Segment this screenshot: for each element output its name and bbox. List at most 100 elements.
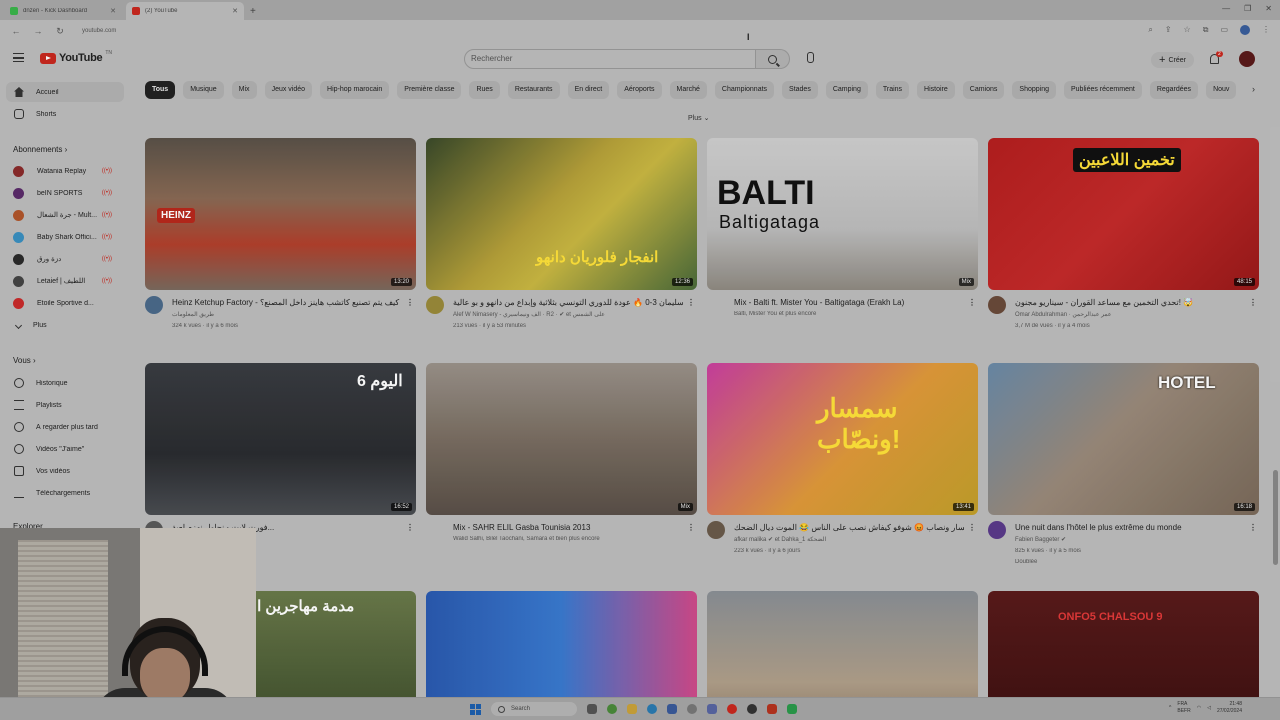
channel-avatar[interactable] (707, 521, 725, 539)
channel-avatar[interactable] (145, 296, 163, 314)
sidebar-item[interactable]: Shorts (0, 104, 130, 124)
chips-next-arrow-icon[interactable]: › (1252, 84, 1255, 94)
browser-tab-kick[interactable]: dnzen - Kick Dashboard ✕ (4, 2, 122, 20)
sidebar-item[interactable]: Baby Shark Offici... ((•)) (0, 227, 130, 247)
tray-chevron-icon[interactable]: ^ (1169, 705, 1171, 711)
sidebar-item[interactable]: Watania Replay ((•)) (0, 161, 130, 181)
chrome-icon[interactable] (607, 704, 617, 714)
more-options-icon[interactable]: ⋮ (968, 523, 976, 532)
close-icon[interactable]: ✕ (232, 7, 238, 15)
video-thumbnail[interactable]: سمسار ونصّاب! 13:41 (707, 363, 978, 515)
video-thumbnail[interactable]: اليوم 6 16:52 (145, 363, 416, 515)
volume-icon[interactable]: ◁ (1207, 705, 1211, 711)
video-card[interactable]: سمسار ونصّاب! 13:41 صلاح وقالي رجع سمسار و… (707, 363, 978, 565)
video-card[interactable]: HEINZ 13:20 Heinz Ketchup Factory - كيف يت… (145, 138, 416, 340)
wifi-icon[interactable]: ◠ (1197, 705, 1201, 711)
browser-menu-icon[interactable]: ⋮ (1262, 25, 1270, 35)
filter-chip[interactable]: Mix (231, 81, 257, 99)
search-button[interactable] (756, 49, 790, 69)
video-title[interactable]: Mix - Balti ft. Mister You - Baltigataga… (734, 298, 964, 307)
sidebar-item[interactable]: beIN SPORTS ((•)) (0, 183, 130, 203)
video-thumbnail[interactable]: HOTEL 16:18 (988, 363, 1259, 515)
channel-avatar[interactable] (426, 296, 444, 314)
windows-start-icon[interactable] (470, 703, 481, 715)
channel-name[interactable]: Alef W Nimasery - الف ونيماسيري · R2 · ✔… (453, 311, 683, 318)
more-options-icon[interactable]: ⋮ (1249, 523, 1257, 532)
sidebar-item[interactable]: Téléchargements (0, 483, 130, 503)
account-avatar[interactable] (1239, 51, 1255, 67)
filter-chip[interactable]: En direct (567, 81, 610, 99)
channel-avatar[interactable] (988, 521, 1006, 539)
sidebar-item[interactable]: Accueil (6, 82, 124, 102)
app-icon[interactable] (767, 704, 777, 714)
video-title[interactable]: تحدي التخمين مع مساعد القوران - سيناريو … (1015, 298, 1245, 307)
file-explorer-icon[interactable] (627, 704, 637, 714)
sidebar-item[interactable]: Etoile Sportive d... (0, 293, 130, 313)
video-thumbnail[interactable]: HEINZ 13:20 (145, 138, 416, 290)
opera-icon[interactable] (727, 704, 737, 714)
more-options-icon[interactable]: ⋮ (687, 298, 695, 307)
video-thumbnail[interactable]: تخمين اللاعبين 48:15 (988, 138, 1259, 290)
url-field[interactable]: youtube.com (82, 28, 116, 34)
sidebar-item[interactable]: دزة ورق ((•)) (0, 249, 130, 269)
microphone-icon[interactable] (804, 52, 816, 66)
restore-icon[interactable]: ❐ (1244, 4, 1251, 13)
channel-name[interactable]: Omar Abdulrahman · عمر عبدالرحمن (1015, 311, 1245, 318)
extensions-icon[interactable]: ⧉ (1203, 25, 1209, 35)
you-heading[interactable]: Vous › (13, 356, 36, 365)
filter-chip[interactable]: Histoire (917, 81, 955, 99)
filter-chip[interactable]: Aéroports (617, 81, 662, 99)
video-title[interactable]: صلاح وقالي رجع سمسار ونصاب 😡 شوفو كيفاش … (734, 523, 964, 532)
zoom-icon[interactable]: ⌕ (1148, 25, 1152, 35)
video-title[interactable]: ردة فعل مصري على الترجي ضد مستقبل سليمان… (453, 298, 683, 307)
store-icon[interactable] (667, 704, 677, 714)
minimize-icon[interactable]: — (1222, 4, 1230, 13)
close-window-icon[interactable]: ✕ (1265, 4, 1272, 13)
filter-chip[interactable]: Publiées récemment (1064, 81, 1142, 99)
forward-icon[interactable]: → (32, 26, 44, 36)
search-input[interactable]: Rechercher (464, 49, 756, 69)
video-card[interactable]: Mix Mix - SAHR ELIL Gasba Tounisia 2013 Wa… (426, 363, 697, 565)
filter-chip[interactable]: Championnats (714, 81, 775, 99)
edge-icon[interactable] (647, 704, 657, 714)
channel-name[interactable]: طريق المعلومات (172, 311, 402, 318)
filter-chip[interactable]: Nouv (1206, 81, 1237, 99)
language-indicator[interactable]: FRA BEFR (1177, 701, 1190, 715)
sidebar-item[interactable]: Letaief | اللطيف ((•)) (0, 271, 130, 291)
filter-chip[interactable]: Camping (825, 81, 868, 99)
clock[interactable]: 21:48 27/02/2024 (1217, 701, 1242, 715)
settings-gear-icon[interactable] (687, 704, 697, 714)
hamburger-menu-icon[interactable] (13, 53, 24, 62)
filter-chip[interactable]: Marché (669, 81, 707, 99)
youtube-logo[interactable]: YouTube TN (40, 50, 112, 64)
filter-chip[interactable]: Rues (469, 81, 500, 99)
filter-chip[interactable]: Tous (145, 81, 176, 99)
browser-tab-youtube[interactable]: (2) YouTube ✕ (126, 2, 244, 20)
video-thumbnail[interactable]: Mix (426, 363, 697, 515)
video-title[interactable]: Mix - SAHR ELIL Gasba Tounisia 2013 (453, 523, 683, 532)
video-card[interactable]: HOTEL 16:18 Une nuit dans l'hôtel le plus … (988, 363, 1259, 565)
page-scrollbar[interactable] (1273, 470, 1278, 565)
sidebar-item[interactable]: Playlists (0, 395, 130, 415)
filter-chip[interactable]: Musique (183, 81, 224, 99)
more-options-icon[interactable]: ⋮ (968, 298, 976, 307)
filter-chip[interactable]: Camions (962, 81, 1005, 99)
more-options-icon[interactable]: ⋮ (1249, 298, 1257, 307)
task-view-icon[interactable] (587, 704, 597, 714)
filter-chip[interactable]: Restaurants (507, 81, 560, 99)
filter-chip[interactable]: Shopping (1012, 81, 1056, 99)
share-icon[interactable]: ⇪ (1165, 25, 1172, 35)
sidebar-icon[interactable]: ▭ (1220, 25, 1228, 35)
sidebar-item[interactable]: À regarder plus tard (0, 417, 130, 437)
obs-icon[interactable] (747, 704, 757, 714)
close-icon[interactable]: ✕ (110, 7, 116, 15)
kick-icon[interactable] (787, 704, 797, 714)
channel-avatar[interactable] (988, 296, 1006, 314)
profile-avatar[interactable] (1240, 25, 1250, 35)
video-thumbnail[interactable]: BALTI Baltigataga Mix (707, 138, 978, 290)
sidebar-item[interactable]: Historique (0, 373, 130, 393)
discord-icon[interactable] (707, 704, 717, 714)
filter-chip[interactable]: Jeux vidéo (264, 81, 313, 99)
filter-chip[interactable]: Trains (875, 81, 910, 99)
video-title[interactable]: Une nuit dans l'hôtel le plus extrême du… (1015, 523, 1245, 532)
